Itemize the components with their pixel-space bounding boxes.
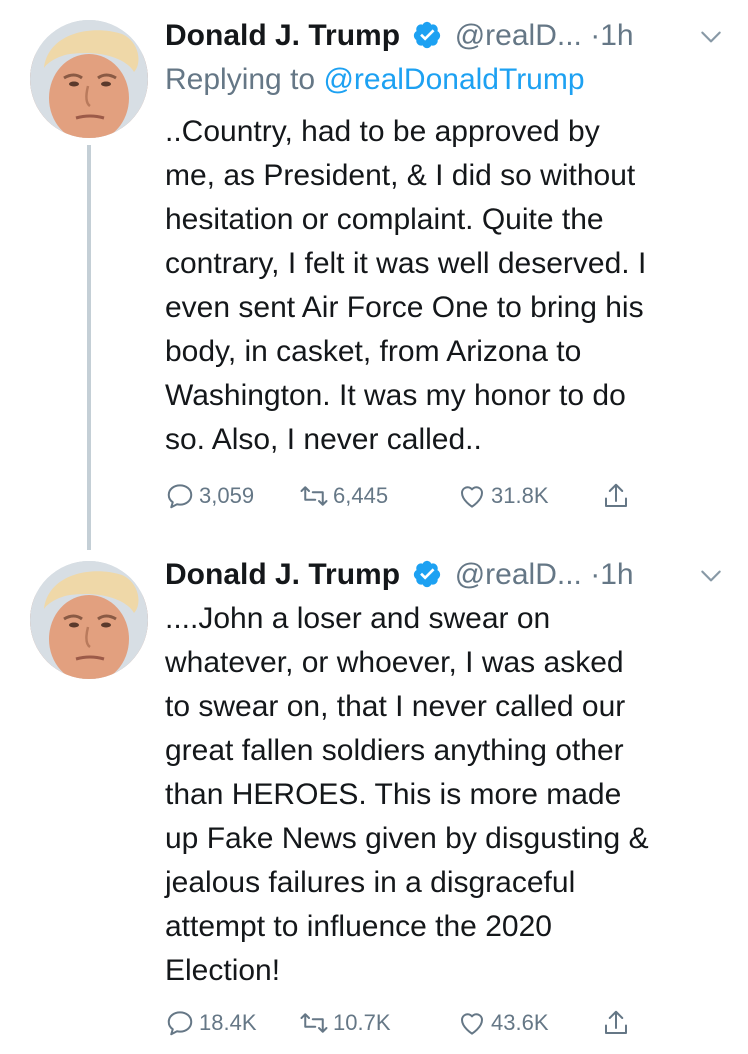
display-name[interactable]: Donald J. Trump <box>165 558 400 591</box>
reply-bubble-icon <box>167 1011 193 1036</box>
retweet-button[interactable]: 6,445 <box>299 476 388 516</box>
retweet-count: 10.7K <box>333 1010 391 1035</box>
chevron-down-icon[interactable] <box>698 563 724 589</box>
replying-to-handle-link[interactable]: @realDonaldTrump <box>323 63 584 96</box>
verified-badge-icon <box>414 21 441 49</box>
like-button[interactable]: 43.6K <box>457 1003 549 1043</box>
verified-badge-icon <box>414 560 441 588</box>
tweet[interactable]: Donald J. Trump @realD... ·1h ....John a… <box>0 545 748 1054</box>
retweet-count: 6,445 <box>333 483 389 508</box>
like-count: 31.8K <box>491 483 549 508</box>
reply-count: 18.4K <box>199 1010 257 1035</box>
share-upload-icon <box>605 1010 627 1034</box>
retweet-button[interactable]: 10.7K <box>299 1003 391 1043</box>
reply-button[interactable]: 3,059 <box>165 476 254 516</box>
avatar[interactable] <box>30 561 148 679</box>
reply-button[interactable]: 18.4K <box>165 1003 257 1043</box>
share-button[interactable] <box>601 1003 635 1043</box>
avatar[interactable] <box>30 20 148 138</box>
chevron-down-icon[interactable] <box>698 24 724 50</box>
tweet[interactable]: Donald J. Trump @realD... ·1h Replying t… <box>0 0 748 545</box>
heart-icon <box>461 1013 483 1035</box>
share-upload-icon <box>605 483 627 507</box>
retweet-icon <box>300 486 328 506</box>
timestamp[interactable]: 1h <box>600 19 633 52</box>
tweet-header: Donald J. Trump @realD... ·1h <box>165 14 726 58</box>
like-count: 43.6K <box>491 1010 549 1035</box>
tweet-text: ....John a loser and swear on whatever, … <box>165 602 649 987</box>
heart-icon <box>461 486 483 508</box>
separator-dot: · <box>590 558 601 591</box>
share-button[interactable] <box>601 476 635 516</box>
reply-bubble-icon <box>167 484 193 509</box>
like-button[interactable]: 31.8K <box>457 476 549 516</box>
timestamp[interactable]: 1h <box>600 558 633 591</box>
handle[interactable]: @realD... <box>455 19 582 52</box>
reply-count: 3,059 <box>199 483 255 508</box>
replying-to: Replying to @realDonaldTrump <box>165 58 585 102</box>
tweet-header: Donald J. Trump @realD... ·1h <box>165 553 726 597</box>
replying-to-prefix: Replying to <box>165 63 324 96</box>
separator-dot: · <box>590 19 601 52</box>
retweet-icon <box>300 1013 328 1033</box>
handle[interactable]: @realD... <box>455 558 582 591</box>
display-name[interactable]: Donald J. Trump <box>165 19 400 52</box>
tweet-text: ..Country, had to be approved by me, as … <box>165 115 647 456</box>
